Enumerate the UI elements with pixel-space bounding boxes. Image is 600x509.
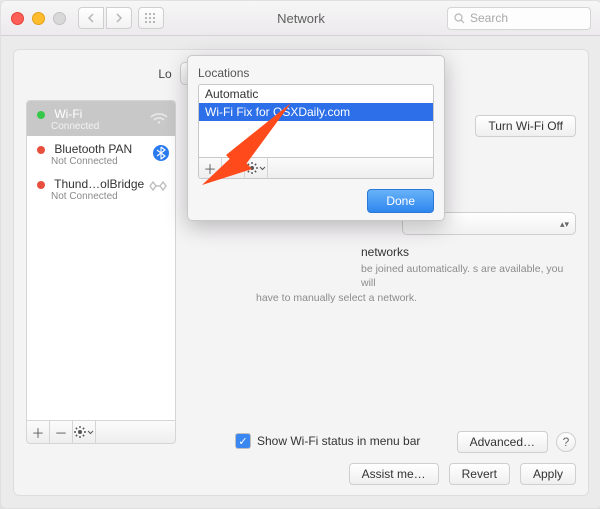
status-dot-icon [37,181,45,189]
location-item[interactable]: Automatic [199,85,433,103]
turn-wifi-off-button[interactable]: Turn Wi-Fi Off [475,115,576,137]
gear-icon [246,162,258,174]
status-dot-icon [37,146,45,154]
service-item-bluetooth[interactable]: Bluetooth PAN Not Connected [27,136,175,171]
back-button[interactable] [78,7,104,29]
remove-service-button[interactable]: － [50,421,73,443]
revert-button[interactable]: Revert [449,463,510,485]
net-desc-line: be joined automatically. [361,263,470,275]
service-name: Bluetooth PAN [54,142,132,156]
service-name: Thund…olBridge [54,177,144,191]
remove-location-button[interactable]: － [222,157,245,179]
status-dot-icon [37,111,45,119]
service-item-thunderbolt[interactable]: Thund…olBridge Not Connected [27,171,175,206]
location-label: Lo [158,67,171,81]
service-status: Not Connected [51,156,167,167]
add-service-button[interactable]: ＋ [27,421,50,443]
search-icon [454,13,465,24]
net-heading: networks [361,244,576,260]
titlebar: Network Search [1,1,600,36]
done-button[interactable]: Done [367,189,434,213]
checkmark-icon: ✓ [235,433,251,449]
popup-arrows-icon: ▴▾ [560,220,569,228]
thunderbolt-icon [147,179,169,193]
service-list-footer: ＋ － [26,420,176,444]
service-action-menu[interactable] [73,421,96,443]
chevron-down-icon [87,426,94,438]
zoom-window-button[interactable] [53,12,66,25]
service-list: Wi-Fi Connected Bluetooth PAN Not Connec… [26,100,176,422]
forward-button[interactable] [106,7,132,29]
locations-footer: ＋ － [198,158,434,179]
wifi-icon [149,109,169,125]
add-location-button[interactable]: ＋ [199,157,222,179]
net-desc-line: have to manually select a network. [256,291,417,305]
toolbar-nav [78,7,164,29]
search-placeholder: Search [470,11,508,25]
gear-icon [74,426,86,438]
show-all-prefs-button[interactable] [138,7,164,29]
location-item-selected[interactable]: Wi-Fi Fix for OSXDaily.com [199,103,433,121]
grid-icon [145,13,157,23]
assist-me-button[interactable]: Assist me… [349,463,439,485]
close-window-button[interactable] [11,12,24,25]
show-status-checkbox[interactable]: ✓ Show Wi-Fi status in menu bar [235,433,420,449]
minimize-window-button[interactable] [32,12,45,25]
location-action-menu[interactable] [245,157,268,179]
traffic-lights [11,12,66,25]
help-button[interactable]: ? [556,432,576,452]
network-help-text: networks be joined automatically. s are … [361,244,576,305]
service-item-wifi[interactable]: Wi-Fi Connected [27,101,175,136]
apply-button[interactable]: Apply [520,463,576,485]
bluetooth-icon [153,144,169,162]
locations-list[interactable]: Automatic Wi-Fi Fix for OSXDaily.com [198,84,434,158]
show-status-label: Show Wi-Fi status in menu bar [257,434,420,448]
chevron-right-icon [115,13,123,23]
search-input[interactable]: Search [447,7,591,30]
bottom-button-bar: Assist me… Revert Apply [349,463,576,485]
locations-header: Locations [198,66,434,80]
chevron-down-icon [259,162,266,174]
locations-popover: Locations Automatic Wi-Fi Fix for OSXDai… [187,55,445,221]
chevron-left-icon [87,13,95,23]
advanced-button[interactable]: Advanced… [457,431,548,453]
service-name: Wi-Fi [54,107,82,121]
